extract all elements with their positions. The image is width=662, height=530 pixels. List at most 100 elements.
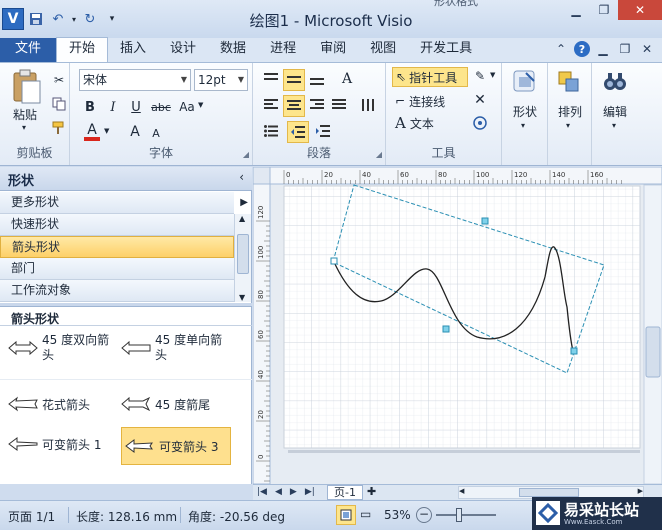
pointer-tool-button[interactable]: ⇖ 指针工具 (392, 67, 468, 87)
canvas-svg[interactable]: 0 20 40 60 80 100 120 140 160 120 100 80 60 40 20 0 (253, 167, 662, 484)
selection-handle[interactable] (330, 257, 338, 265)
selection-handle[interactable] (481, 217, 489, 225)
help-icon[interactable]: ? (574, 41, 590, 57)
decrease-indent-icon[interactable] (287, 121, 309, 143)
tab-insert[interactable]: 插入 (108, 38, 158, 62)
shape-item-selected[interactable]: 可变箭头 3 (121, 427, 231, 465)
underline-button[interactable]: U (126, 97, 146, 117)
dialog-launcher-icon[interactable]: ◢ (376, 150, 382, 159)
close-button[interactable]: ✕ (618, 0, 662, 20)
doc-minimize-icon[interactable]: ▁ (594, 40, 612, 58)
format-painter-icon[interactable] (50, 119, 68, 137)
text-columns-icon[interactable] (359, 95, 379, 115)
grow-font-button[interactable]: A (126, 123, 144, 141)
category-quick-shapes[interactable]: 快速形状 (0, 214, 234, 236)
collapse-ribbon-icon[interactable]: ⌃ (552, 40, 570, 58)
text-direction-icon[interactable]: A (337, 69, 357, 89)
scroll-up-icon[interactable]: ▲ (239, 214, 245, 223)
tools-group: ⇖ 指针工具 ✎ ▼ ⌐ 连接线 ✕ A 文本 工具 (386, 63, 502, 165)
panel-splitter[interactable] (0, 303, 252, 307)
dialog-launcher-icon[interactable]: ◢ (243, 150, 249, 159)
align-middle-icon[interactable] (283, 69, 305, 91)
tab-design[interactable]: 设计 (158, 38, 208, 62)
collapse-panel-icon[interactable]: ‹ (239, 170, 244, 184)
bold-button[interactable]: B (80, 97, 100, 117)
first-page-icon[interactable]: |◀ (257, 485, 267, 499)
bullets-icon[interactable] (261, 121, 281, 141)
doc-restore-icon[interactable]: ❐ (616, 40, 634, 58)
vertical-scrollbar-thumb[interactable] (645, 326, 661, 378)
align-top-icon[interactable] (261, 69, 281, 89)
tab-data[interactable]: 数据 (208, 38, 258, 62)
align-bottom-icon[interactable] (307, 69, 327, 89)
status-page[interactable]: 页面 1/1 (8, 508, 55, 525)
font-name-combo[interactable]: 宋体 ▼ (79, 69, 191, 91)
strikethrough-button[interactable]: abc (149, 97, 173, 117)
shape-item[interactable]: 45 度双向箭头 (8, 329, 118, 367)
text-tool-button[interactable]: A 文本 (392, 113, 468, 133)
horizontal-scrollbar-thumb[interactable] (519, 488, 579, 497)
scroll-down-icon[interactable]: ▼ (239, 293, 245, 302)
watermark-name: 易采站长站 (564, 501, 640, 519)
insert-page-icon[interactable]: ✚ (367, 485, 376, 498)
shape-item[interactable]: 花式箭头 (8, 385, 118, 423)
category-scrollbar[interactable]: ▲ ▼ (234, 214, 251, 302)
tab-developer[interactable]: 开发工具 (408, 38, 484, 62)
font-size-combo[interactable]: 12pt ▼ (194, 69, 248, 91)
zoom-out-button[interactable]: − (416, 507, 432, 523)
prev-page-icon[interactable]: ◀ (275, 485, 282, 499)
shape-group[interactable]: 形状 ▾ (502, 63, 548, 165)
italic-button[interactable]: I (103, 97, 123, 117)
category-workflow-objects[interactable]: 工作流对象 (0, 280, 234, 302)
category-departments[interactable]: 部门 (0, 258, 234, 280)
font-color-button[interactable]: A (82, 121, 102, 143)
binoculars-icon (602, 69, 628, 95)
zoom-level[interactable]: 53% (384, 508, 411, 522)
zoom-slider-track[interactable] (436, 514, 496, 516)
pencil-icon[interactable]: ✎ (471, 67, 489, 85)
tab-view[interactable]: 视图 (358, 38, 408, 62)
last-page-icon[interactable]: ▶| (305, 485, 315, 499)
scrollbar-thumb[interactable] (237, 234, 249, 274)
paste-label[interactable]: 粘贴 (13, 106, 37, 123)
paste-icon[interactable] (10, 69, 42, 107)
edit-group[interactable]: 编辑 ▾ (592, 63, 640, 165)
justify-icon[interactable] (329, 95, 349, 115)
scroll-left-icon[interactable]: ◀ (459, 487, 464, 495)
category-more-shapes[interactable]: 更多形状 ▶ (0, 192, 248, 214)
paste-dropdown-icon[interactable]: ▾ (22, 123, 26, 132)
copy-icon[interactable] (50, 95, 68, 113)
shape-item[interactable]: 可变箭头 1 (8, 425, 118, 463)
tab-review[interactable]: 审阅 (308, 38, 358, 62)
shape-item[interactable]: 45 度单向箭头 (121, 329, 239, 367)
increase-indent-icon[interactable] (313, 121, 333, 141)
tab-process[interactable]: 进程 (258, 38, 308, 62)
page-tab[interactable]: 页-1 (327, 485, 363, 500)
tab-file[interactable]: 文件 (0, 38, 56, 62)
full-screen-icon[interactable]: ▭ (360, 507, 371, 521)
change-case-button[interactable]: Aa (176, 97, 198, 117)
selection-handle[interactable] (570, 347, 578, 355)
arrange-group[interactable]: 排列 ▾ (548, 63, 592, 165)
connection-point-icon[interactable] (470, 113, 490, 133)
maximize-button[interactable]: ❐ (590, 0, 618, 20)
pointer-tool-label: 指针工具 (409, 70, 458, 85)
align-right-icon[interactable] (307, 95, 327, 115)
scroll-right-icon[interactable]: ▶ (638, 487, 643, 495)
shape-item[interactable]: 45 度箭尾 (121, 385, 239, 423)
normal-view-icon[interactable] (336, 505, 356, 525)
next-page-icon[interactable]: ▶ (290, 485, 297, 499)
category-arrow-shapes[interactable]: 箭头形状 (0, 236, 234, 258)
minimize-button[interactable]: ▁ (562, 0, 590, 20)
doc-close-icon[interactable]: ✕ (638, 40, 656, 58)
connector-tool-button[interactable]: ⌐ 连接线 (392, 91, 468, 111)
tab-home[interactable]: 开始 (56, 37, 109, 62)
zoom-slider-thumb[interactable] (456, 508, 462, 522)
selection-handle[interactable] (442, 325, 450, 333)
divider (0, 325, 252, 326)
shrink-font-button[interactable]: A (148, 125, 164, 141)
align-left-icon[interactable] (261, 95, 281, 115)
close-x-icon[interactable]: ✕ (471, 91, 489, 109)
cut-icon[interactable]: ✂ (50, 71, 68, 89)
align-center-icon[interactable] (283, 95, 305, 117)
